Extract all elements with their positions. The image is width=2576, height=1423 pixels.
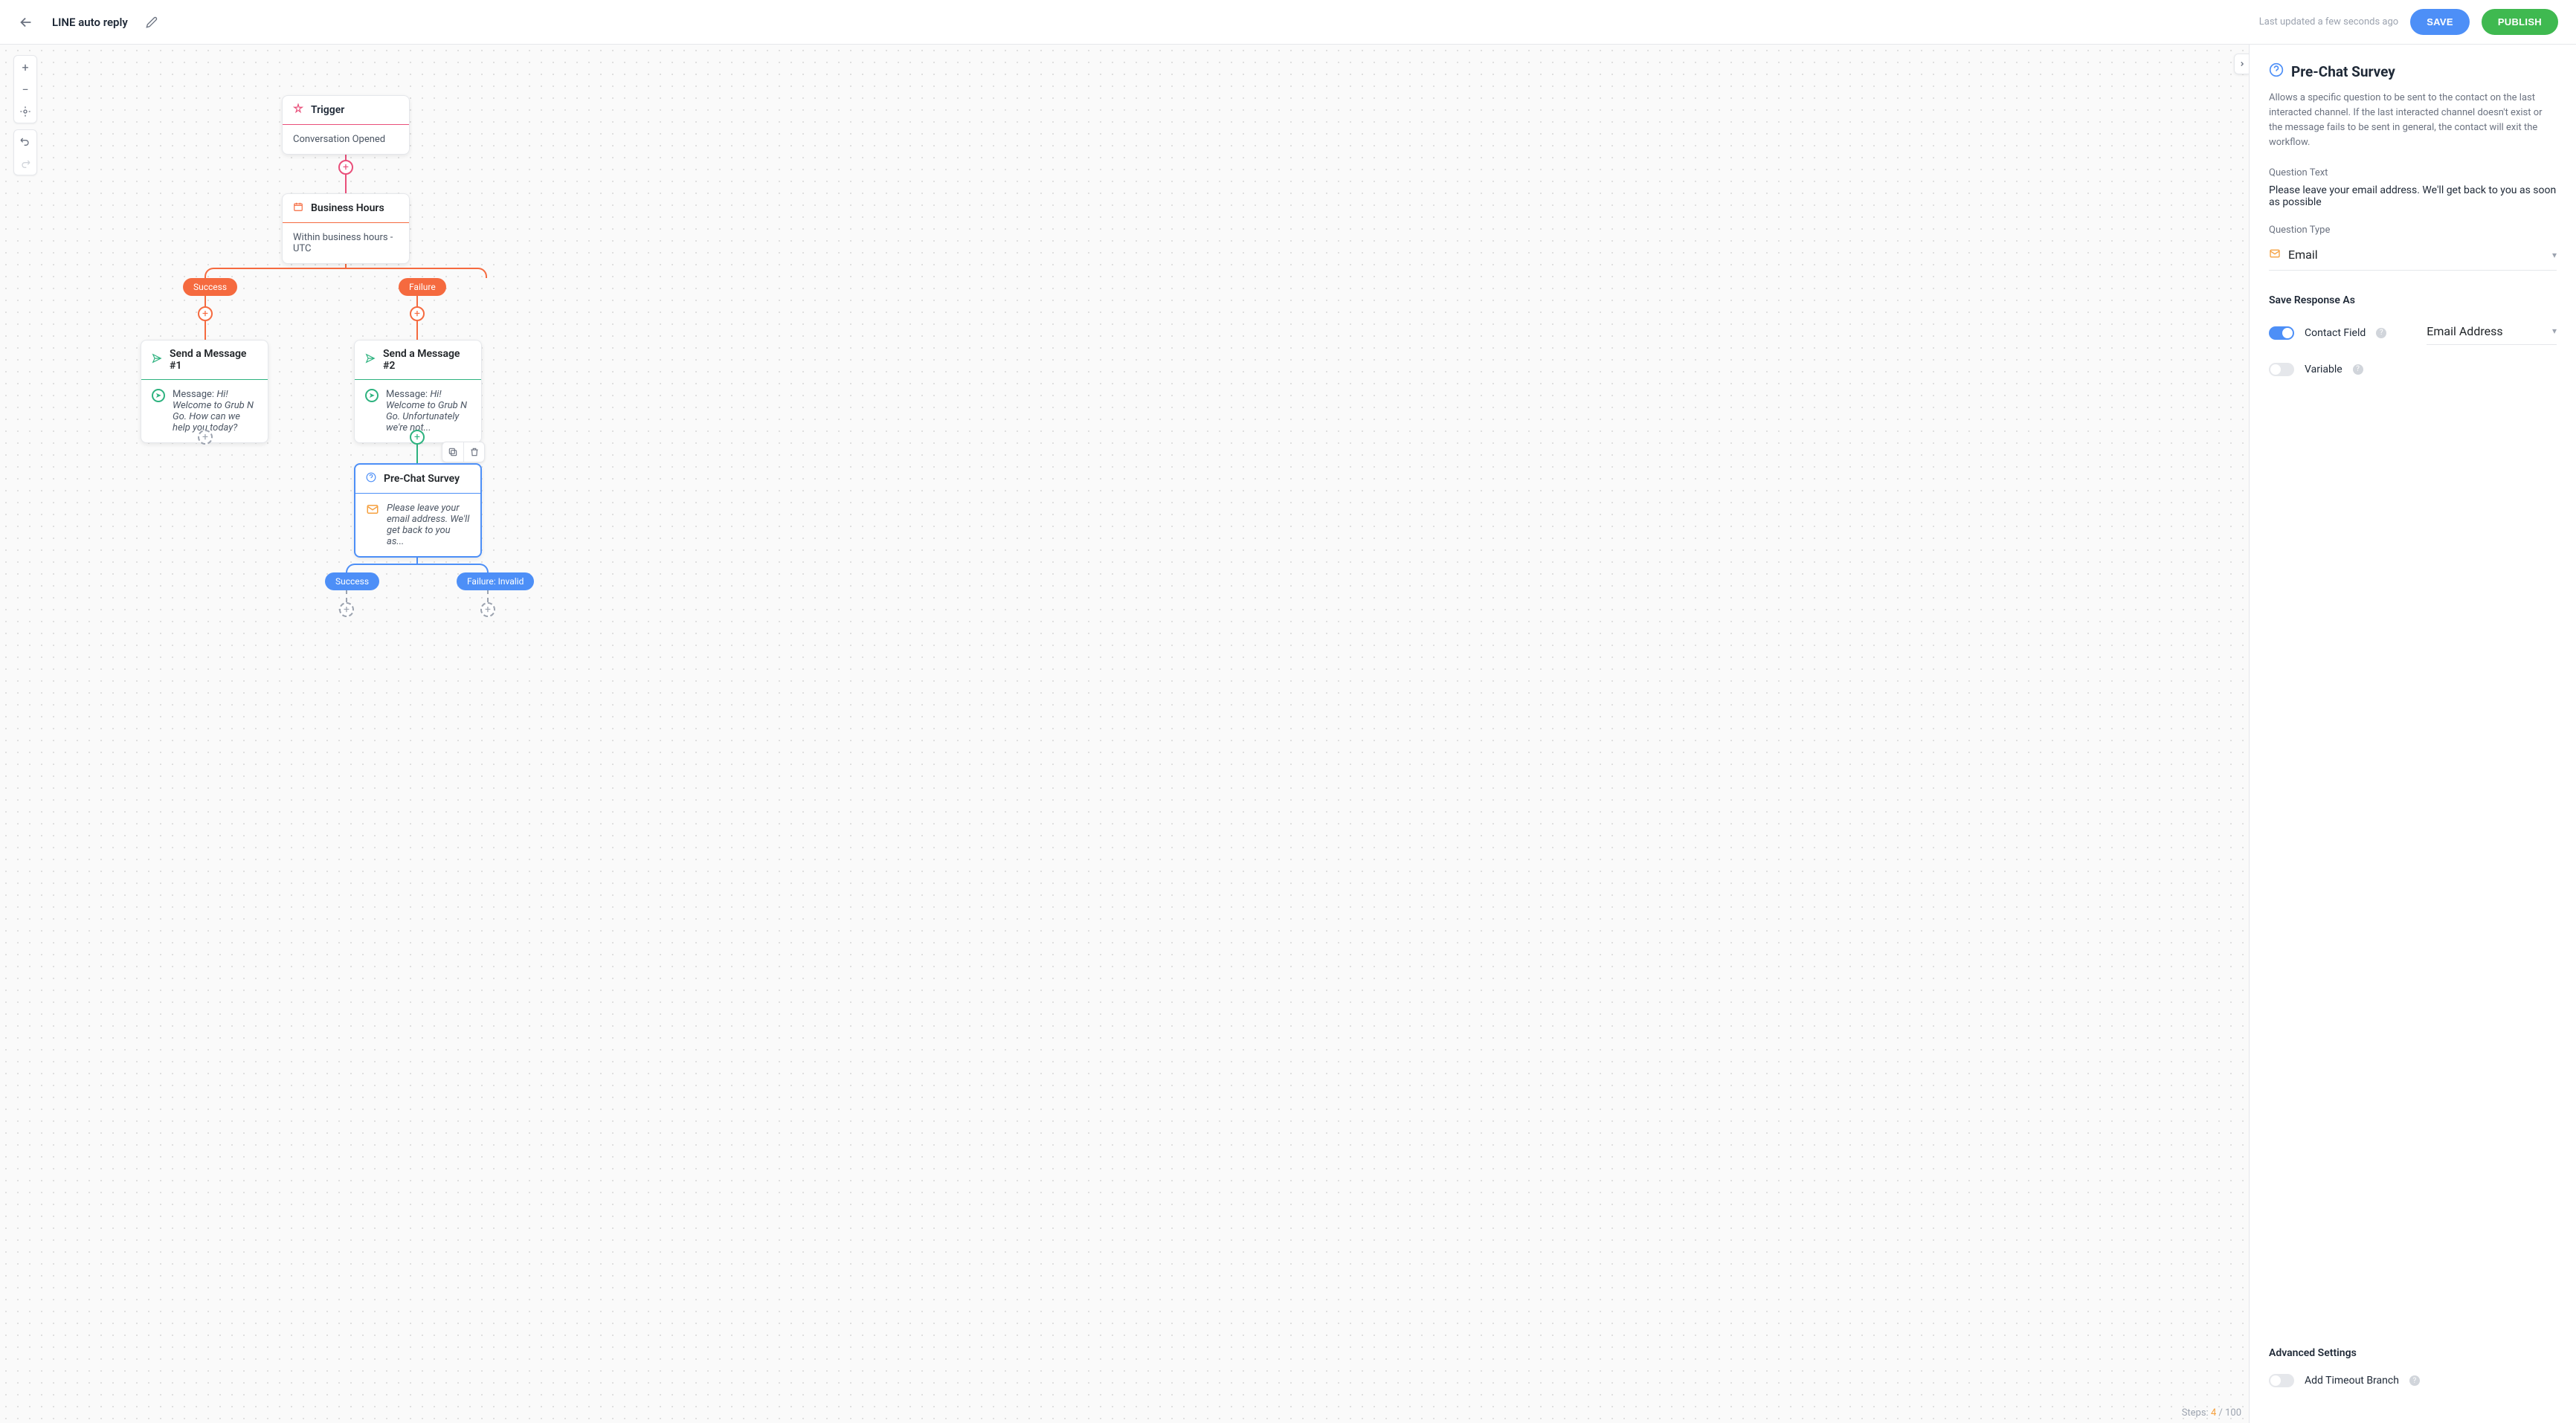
variable-toggle[interactable] [2269, 363, 2294, 376]
node-trigger-body: Conversation Opened [293, 134, 385, 145]
add-step-button[interactable]: + [480, 602, 495, 617]
send-icon [152, 353, 162, 367]
zoom-out-button[interactable]: − [14, 78, 36, 100]
branch-pill-success: Success [325, 572, 379, 590]
question-icon [366, 472, 376, 485]
timeout-label: Add Timeout Branch [2305, 1375, 2399, 1387]
node-send-message-1[interactable]: Send a Message #1 ➤ Message: Hi! Welcome… [141, 340, 268, 443]
branch-pill-failure: Failure [399, 278, 446, 296]
collapse-sidebar-button[interactable] [2234, 54, 2249, 74]
recenter-button[interactable] [14, 100, 36, 123]
workflow-title: LINE auto reply [52, 16, 128, 29]
save-response-section: Save Response As [2269, 294, 2557, 306]
add-step-button[interactable]: + [339, 602, 354, 617]
publish-button[interactable]: PUBLISH [2482, 9, 2558, 35]
node-trigger-title: Trigger [311, 104, 344, 116]
node-actions [442, 442, 485, 462]
chevron-down-icon: ▾ [2552, 326, 2557, 336]
question-icon [2269, 62, 2284, 80]
question-type-label: Question Type [2269, 225, 2557, 236]
properties-sidebar: Pre-Chat Survey Allows a specific questi… [2249, 45, 2576, 1423]
channel-icon: ➤ [152, 389, 165, 402]
email-icon [366, 503, 379, 519]
sidebar-description: Allows a specific question to be sent to… [2269, 91, 2557, 151]
steps-counter: Steps: 4 / 100 [2182, 1407, 2241, 1419]
redo-button [14, 152, 36, 175]
edit-icon[interactable] [146, 16, 158, 28]
branch-pill-failure-invalid: Failure: Invalid [457, 572, 534, 590]
contact-field-label: Contact Field [2305, 327, 2366, 339]
delete-button[interactable] [463, 442, 484, 462]
node-bizhrs-title: Business Hours [311, 202, 384, 214]
channel-icon: ➤ [365, 389, 379, 402]
question-text-value[interactable]: Please leave your email address. We'll g… [2269, 184, 2557, 208]
add-step-button[interactable]: + [410, 430, 425, 445]
back-arrow-icon[interactable] [18, 14, 34, 30]
sidebar-title: Pre-Chat Survey [2291, 63, 2395, 80]
question-type-select[interactable]: Email ▾ [2269, 242, 2557, 271]
save-button[interactable]: SAVE [2410, 9, 2470, 35]
timeout-toggle[interactable] [2269, 1374, 2294, 1387]
node-business-hours[interactable]: Business Hours Within business hours - U… [282, 193, 410, 264]
question-text-label: Question Text [2269, 167, 2557, 178]
node-pre-chat-survey[interactable]: Pre-Chat Survey Please leave your email … [354, 463, 482, 558]
node-trigger[interactable]: Trigger Conversation Opened [282, 95, 410, 155]
header: LINE auto reply Last updated a few secon… [0, 0, 2576, 45]
undo-button[interactable] [14, 130, 36, 152]
send-icon [365, 353, 376, 367]
help-icon[interactable]: ? [2409, 1375, 2420, 1386]
workflow-canvas[interactable]: + − [0, 45, 2249, 1423]
help-icon[interactable]: ? [2353, 364, 2363, 375]
chevron-down-icon: ▾ [2552, 250, 2557, 260]
add-step-button[interactable]: + [198, 430, 213, 445]
contact-field-select[interactable]: Email Address ▾ [2427, 321, 2557, 345]
node-send-message-2[interactable]: Send a Message #2 ➤ Message: Hi! Welcome… [354, 340, 482, 443]
node-bizhrs-body: Within business hours - UTC [293, 232, 399, 254]
advanced-settings-section: Advanced Settings [2269, 1347, 2557, 1359]
zoom-in-button[interactable]: + [14, 56, 36, 78]
help-icon[interactable]: ? [2376, 328, 2386, 338]
duplicate-button[interactable] [442, 442, 463, 462]
node-survey-title: Pre-Chat Survey [384, 473, 460, 485]
branch-pill-success: Success [183, 278, 237, 296]
contact-field-toggle[interactable] [2269, 326, 2294, 340]
variable-label: Variable [2305, 364, 2342, 375]
node-msg1-title: Send a Message #1 [170, 348, 257, 372]
node-msg2-title: Send a Message #2 [383, 348, 471, 372]
email-icon [2269, 248, 2281, 262]
add-step-button[interactable]: + [338, 160, 353, 175]
add-step-button[interactable]: + [410, 306, 425, 321]
add-step-button[interactable]: + [198, 306, 213, 321]
calendar-icon [293, 201, 303, 215]
last-updated-text: Last updated a few seconds ago [2259, 16, 2398, 28]
node-survey-body: Please leave your email address. We'll g… [387, 503, 470, 547]
trigger-icon [293, 103, 303, 117]
